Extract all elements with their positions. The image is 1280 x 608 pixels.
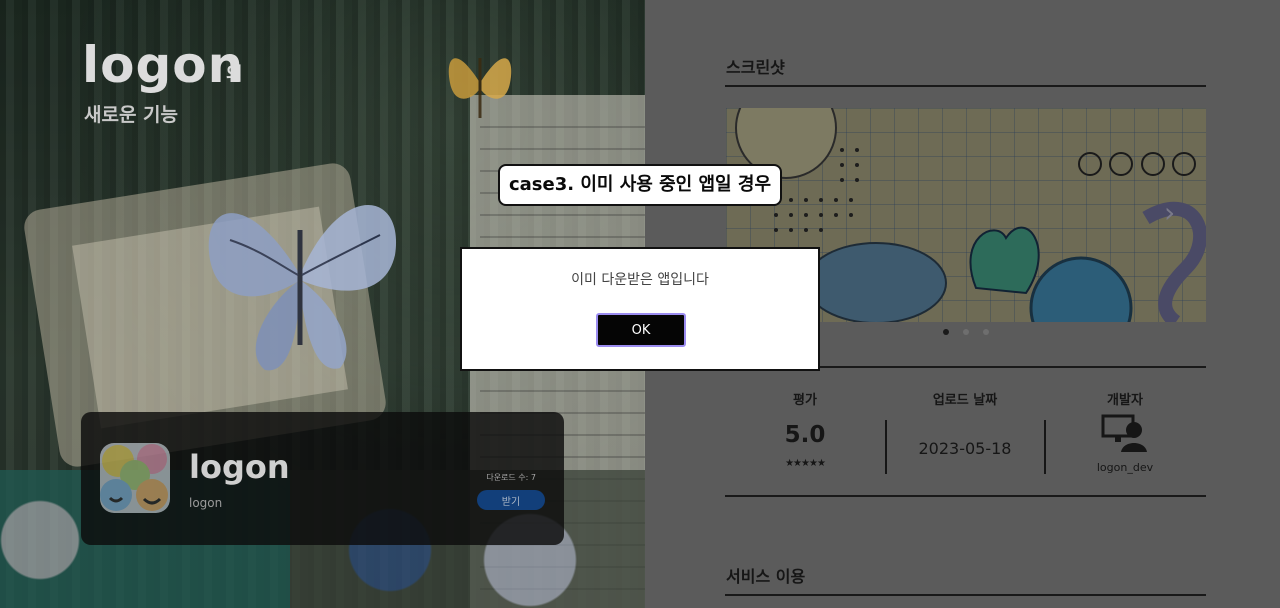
carousel-dot-3[interactable]	[983, 329, 989, 335]
app-developer: logon	[189, 496, 223, 510]
developer-label: 개발자	[1107, 393, 1143, 408]
rating-stars: ★★★★★	[785, 458, 826, 469]
developer-icon	[1101, 414, 1147, 452]
carousel-next-icon[interactable]: ›	[1164, 196, 1175, 229]
upload-date-column: 업로드 날짜 2023-05-18	[885, 368, 1045, 495]
emoji-faces-icon	[100, 443, 170, 513]
rating-label: 평가	[793, 393, 817, 408]
app-info-box: 평가 5.0 ★★★★★ 업로드 날짜 2023-05-18 개발자 logon…	[725, 366, 1206, 497]
alert-dialog: 이미 다운받은 앱입니다 OK	[460, 247, 820, 371]
hero-subtitle: 새로운 기능	[84, 104, 179, 126]
screenshots-title: 스크린샷	[726, 58, 785, 77]
get-button[interactable]: 받기	[477, 490, 545, 510]
app-detail-page: logon 의 새로운 기능 logon logon 다운로드 수: 7 받기	[0, 0, 1280, 608]
rating-column: 평가 5.0 ★★★★★	[725, 368, 885, 495]
hero-logo: logon	[82, 36, 245, 94]
app-name: logon	[189, 448, 290, 486]
small-butterfly-icon	[448, 58, 512, 118]
case-label: case3. 이미 사용 중인 앱일 경우	[498, 164, 782, 206]
hero-logo-suffix: 의	[226, 64, 243, 85]
screenshots-rule	[725, 85, 1206, 87]
download-count: 다운로드 수: 7	[486, 473, 536, 482]
upload-date-label: 업로드 날짜	[932, 393, 998, 408]
service-title: 서비스 이용	[726, 567, 806, 586]
developer-name: logon_dev	[1096, 461, 1154, 474]
upload-date-value: 2023-05-18	[918, 439, 1012, 458]
carousel-dot-2[interactable]	[963, 329, 969, 335]
carousel-dot-1[interactable]	[943, 329, 949, 335]
butterfly-illustration-icon	[208, 204, 397, 371]
service-rule	[725, 594, 1206, 596]
ok-button[interactable]: OK	[596, 313, 686, 347]
app-icon	[100, 443, 170, 513]
developer-column: 개발자 logon_dev	[1045, 368, 1205, 495]
app-card: logon logon 다운로드 수: 7 받기	[81, 412, 564, 545]
rating-value: 5.0	[784, 422, 826, 448]
dialog-message: 이미 다운받은 앱입니다	[571, 272, 709, 288]
